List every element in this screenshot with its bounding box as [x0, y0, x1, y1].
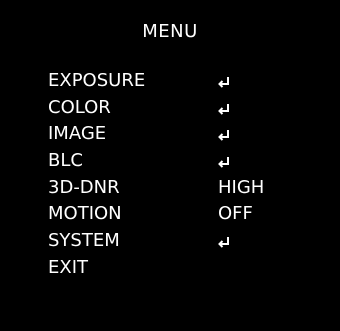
- menu-item-label: 3D-DNR: [48, 176, 120, 198]
- menu-item-exposure[interactable]: EXPOSURE: [48, 68, 308, 95]
- menu-list: EXPOSURE COLOR IMAGE BLC 3D-DNR HIGH MOT…: [48, 68, 308, 282]
- menu-item-value[interactable]: HIGH: [218, 175, 264, 202]
- menu-item-color[interactable]: COLOR: [48, 95, 308, 122]
- menu-item-label: IMAGE: [48, 123, 107, 145]
- menu-item-label: MOTION: [48, 203, 122, 225]
- menu-item-label: EXIT: [48, 256, 89, 278]
- enter-return-icon: [218, 130, 229, 142]
- menu-item-label: COLOR: [48, 96, 111, 118]
- menu-title: MENU: [142, 21, 198, 42]
- menu-item-image[interactable]: IMAGE: [48, 121, 308, 148]
- menu-item-system[interactable]: SYSTEM: [48, 228, 308, 255]
- menu-item-motion[interactable]: MOTION OFF: [48, 201, 308, 228]
- menu-item-exit[interactable]: EXIT: [48, 255, 308, 282]
- menu-item-blc[interactable]: BLC: [48, 148, 308, 175]
- menu-item-3d-dnr[interactable]: 3D-DNR HIGH: [48, 175, 308, 202]
- osd-menu-screen: MENU EXPOSURE COLOR IMAGE BLC 3D-DNR HIG…: [0, 0, 340, 331]
- enter-return-icon: [218, 77, 229, 88]
- menu-item-label: EXPOSURE: [48, 70, 146, 91]
- menu-item-label: SYSTEM: [48, 230, 120, 252]
- enter-return-icon: [218, 237, 229, 248]
- menu-item-label: BLC: [48, 150, 83, 172]
- menu-item-value[interactable]: OFF: [218, 201, 253, 228]
- enter-return-icon: [218, 103, 229, 115]
- enter-return-icon: [218, 157, 229, 168]
